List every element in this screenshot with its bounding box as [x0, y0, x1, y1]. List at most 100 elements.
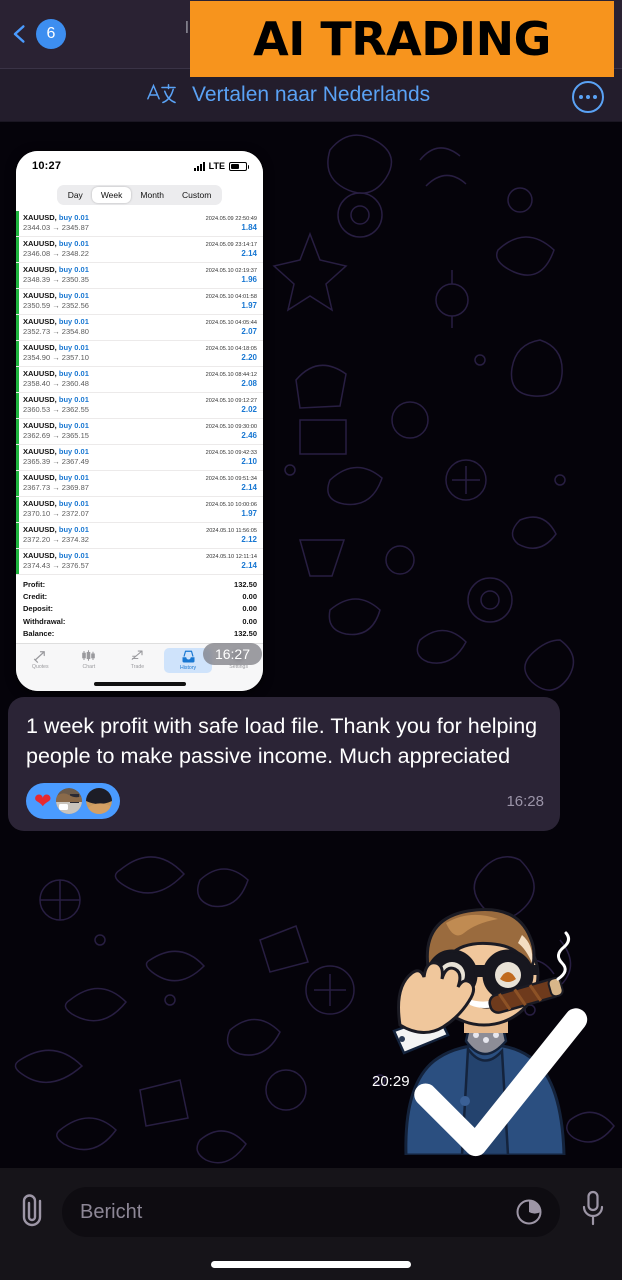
trade-row[interactable]: XAUUSD, buy 0.01 2024.05.10 09:30:00 2362.…	[16, 419, 263, 445]
mt-tab-chart[interactable]: Chart	[65, 648, 114, 670]
segment-custom[interactable]: Custom	[173, 187, 220, 203]
trade-symbol: XAUUSD, buy 0.01	[23, 291, 89, 300]
mt-tab-quotes[interactable]: Quotes	[16, 648, 65, 670]
chart-icon	[81, 648, 96, 663]
trade-profit: 1.96	[241, 275, 257, 284]
trade-action: buy 0.01	[58, 421, 89, 430]
summary-value: 0.00	[242, 592, 257, 602]
unread-count-badge[interactable]: 6	[36, 19, 66, 49]
segment-day[interactable]: Day	[59, 187, 92, 203]
trade-symbol-label: XAUUSD,	[23, 317, 57, 326]
trade-history-list[interactable]: XAUUSD, buy 0.01 2024.05.09 22:50:49 2344.…	[16, 211, 263, 575]
trade-row[interactable]: XAUUSD, buy 0.01 2024.05.10 09:42:33 2365.…	[16, 445, 263, 471]
trade-row[interactable]: XAUUSD, buy 0.01 2024.05.10 04:05:44 2352.…	[16, 315, 263, 341]
trade-profit: 2.07	[241, 327, 257, 336]
trade-row-bottom: 2372.20 → 2374.32 2.12	[23, 535, 257, 544]
trade-open-price: 2358.40	[23, 379, 51, 388]
trade-open-price: 2365.39	[23, 457, 51, 466]
trade-row-top: XAUUSD, buy 0.01 2024.05.10 04:01:58	[23, 291, 257, 300]
trade-row[interactable]: XAUUSD, buy 0.01 2024.05.10 09:12:27 2360.…	[16, 393, 263, 419]
trade-action: buy 0.01	[58, 447, 89, 456]
segment-week[interactable]: Week	[91, 187, 132, 203]
trade-icon	[130, 648, 145, 663]
trade-date: 2024.05.10 04:18:05	[205, 346, 257, 352]
trade-open-price: 2352.73	[23, 327, 51, 336]
more-circle-icon[interactable]	[572, 81, 604, 113]
trade-row[interactable]: XAUUSD, buy 0.01 2024.05.10 08:44:12 2358.…	[16, 367, 263, 393]
trade-action: buy 0.01	[58, 369, 89, 378]
trade-symbol: XAUUSD, buy 0.01	[23, 499, 89, 508]
incoming-message-bubble[interactable]: 1 week profit with safe load file. Thank…	[8, 697, 560, 831]
trade-prices: 2354.90 → 2357.10	[23, 353, 89, 362]
back-button[interactable]: 6	[10, 19, 66, 49]
trade-row[interactable]: XAUUSD, buy 0.01 2024.05.10 04:01:58 2350.…	[16, 289, 263, 315]
trade-symbol-label: XAUUSD,	[23, 265, 57, 274]
trade-symbol: XAUUSD, buy 0.01	[23, 265, 89, 274]
trade-row[interactable]: XAUUSD, buy 0.01 2024.05.10 02:19:37 2348.…	[16, 263, 263, 289]
trade-prices: 2367.73 → 2369.87	[23, 483, 89, 492]
trade-row-top: XAUUSD, buy 0.01 2024.05.10 04:18:05	[23, 343, 257, 352]
trade-row-top: XAUUSD, buy 0.01 2024.05.10 10:00:06	[23, 499, 257, 508]
period-segmented-control[interactable]: Day Week Month Custom	[16, 181, 263, 211]
trade-row-bottom: 2352.73 → 2354.80 2.07	[23, 327, 257, 336]
trade-close-price: 2350.35	[61, 275, 89, 284]
trade-open-price: 2374.43	[23, 561, 51, 570]
mt-tab-trade[interactable]: Trade	[113, 648, 162, 670]
trade-symbol: XAUUSD, buy 0.01	[23, 525, 89, 534]
trade-row-top: XAUUSD, buy 0.01 2024.05.10 02:19:37	[23, 265, 257, 274]
heart-reaction-icon[interactable]: ❤	[26, 783, 120, 819]
trade-row[interactable]: XAUUSD, buy 0.01 2024.05.09 23:14:17 2346.…	[16, 237, 263, 263]
trade-close-price: 2365.15	[61, 431, 89, 440]
trade-prices: 2358.40 → 2360.48	[23, 379, 89, 388]
trade-symbol: XAUUSD, buy 0.01	[23, 473, 89, 482]
microphone-icon[interactable]	[580, 1190, 606, 1228]
trade-row[interactable]: XAUUSD, buy 0.01 2024.05.10 11:56:05 2372.…	[16, 523, 263, 549]
trade-close-price: 2352.56	[61, 301, 89, 310]
trade-symbol-label: XAUUSD,	[23, 369, 57, 378]
trade-action: buy 0.01	[58, 317, 89, 326]
account-summary: Profit: 132.50 Credit: 0.00 Deposit: 0.00 With…	[16, 575, 263, 643]
trade-close-price: 2374.32	[61, 535, 89, 544]
trade-open-price: 2344.03	[23, 223, 51, 232]
message-input-field[interactable]: Bericht	[62, 1187, 560, 1237]
trade-date: 2024.05.10 10:00:06	[205, 502, 257, 508]
telegram-chat-screen: 6 l AI TRADING Vertalen naar Nederlands …	[0, 0, 622, 1280]
trade-prices: 2365.39 → 2367.49	[23, 457, 89, 466]
trade-profit: 1.97	[241, 509, 257, 518]
trade-close-price: 2369.87	[61, 483, 89, 492]
summary-label: Credit:	[23, 592, 48, 602]
heart-emoji: ❤	[34, 789, 52, 813]
summary-value: 132.50	[234, 580, 257, 589]
segment-group[interactable]: Day Week Month Custom	[56, 185, 223, 205]
trade-row[interactable]: XAUUSD, buy 0.01 2024.05.10 04:18:05 2354.…	[16, 341, 263, 367]
summary-label: Withdrawal:	[23, 616, 66, 626]
trade-row[interactable]: XAUUSD, buy 0.01 2024.05.10 09:51:34 2367.…	[16, 471, 263, 497]
paperclip-icon[interactable]	[16, 1192, 48, 1228]
man-with-sunglasses-and-cigar-sticker[interactable]: 20:29	[372, 893, 604, 1157]
cellular-bars-icon	[193, 161, 205, 171]
trade-row-top: XAUUSD, buy 0.01 2024.05.10 09:12:27	[23, 395, 257, 404]
trade-row[interactable]: XAUUSD, buy 0.01 2024.05.10 10:00:06 2370.…	[16, 497, 263, 523]
trade-row-bottom: 2370.10 → 2372.07 1.97	[23, 509, 257, 518]
trade-open-price: 2354.90	[23, 353, 51, 362]
chat-title-obscured: l	[185, 18, 189, 37]
segment-month[interactable]: Month	[131, 187, 173, 203]
summary-row: Credit: 0.00	[23, 591, 257, 603]
trade-symbol: XAUUSD, buy 0.01	[23, 447, 89, 456]
trade-row[interactable]: XAUUSD, buy 0.01 2024.05.10 12:11:14 2374.…	[16, 549, 263, 575]
trade-open-price: 2370.10	[23, 509, 51, 518]
trade-row-top: XAUUSD, buy 0.01 2024.05.10 11:56:05	[23, 525, 257, 534]
quotes-icon	[33, 648, 48, 663]
trade-row-bottom: 2365.39 → 2367.49 2.10	[23, 457, 257, 466]
trade-row-top: XAUUSD, buy 0.01 2024.05.10 12:11:14	[23, 551, 257, 560]
mt-tab-label: Quotes	[31, 664, 49, 670]
trade-symbol-label: XAUUSD,	[23, 343, 57, 352]
history-icon	[181, 649, 196, 664]
mt-tab-label: Trade	[130, 664, 145, 670]
dot	[579, 95, 583, 99]
trading-history-screenshot[interactable]: 10:27 LTE Day Week Month Custom XAUUSD, …	[16, 151, 263, 691]
trade-close-price: 2345.87	[61, 223, 89, 232]
trade-row[interactable]: XAUUSD, buy 0.01 2024.05.09 22:50:49 2344.…	[16, 211, 263, 237]
trade-row-bottom: 2348.39 → 2350.35 1.96	[23, 275, 257, 284]
sticker-icon[interactable]	[516, 1199, 542, 1225]
